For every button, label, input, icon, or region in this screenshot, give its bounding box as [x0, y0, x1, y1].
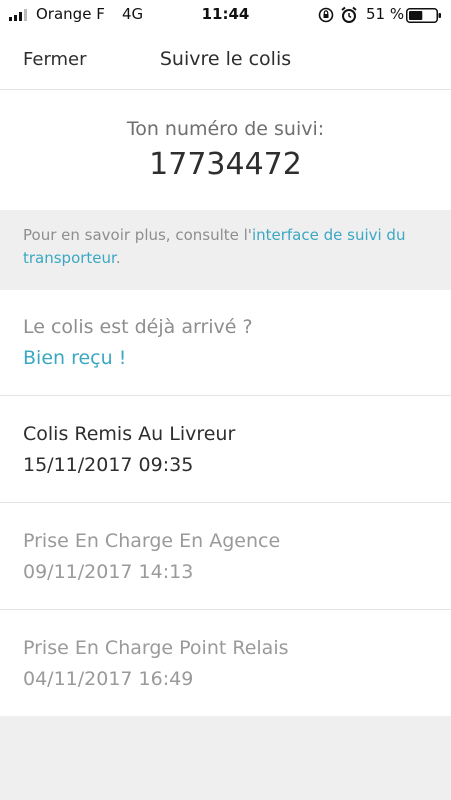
battery-icon	[406, 8, 441, 23]
alarm-icon	[341, 6, 357, 23]
event-date: 04/11/2017 16:49	[23, 668, 194, 690]
tracking-event-row: Colis Remis Au Livreur 15/11/2017 09:35	[0, 396, 451, 503]
event-status: Prise En Charge En Agence	[23, 530, 281, 552]
received-question: Le colis est déjà arrivé ?	[23, 316, 253, 338]
received-section: Le colis est déjà arrivé ? Bien reçu !	[0, 290, 451, 396]
tracking-event-row: Prise En Charge En Agence 09/11/2017 14:…	[0, 503, 451, 610]
carrier-info-text: Pour en savoir plus, consulte l'interfac…	[23, 224, 428, 270]
tracking-number: 17734472	[149, 147, 302, 182]
battery-percent: 51 %	[366, 5, 405, 23]
page-title: Suivre le colis	[159, 48, 292, 70]
tracking-events-list: Colis Remis Au Livreur 15/11/2017 09:35 …	[0, 396, 451, 716]
event-status: Prise En Charge Point Relais	[23, 637, 289, 659]
tracking-number-label: Ton numéro de suivi:	[126, 118, 325, 140]
tracking-event-row: Prise En Charge Point Relais 04/11/2017 …	[0, 610, 451, 716]
rotation-lock-icon	[318, 7, 334, 23]
status-bar: Orange F 4G 11:44 51 %	[0, 0, 451, 30]
nav-bar: Fermer Suivre le colis	[0, 30, 451, 90]
info-text-suffix: .	[115, 249, 121, 267]
event-date: 15/11/2017 09:35	[23, 454, 194, 476]
carrier-info-section: Pour en savoir plus, consulte l'interfac…	[0, 210, 451, 290]
received-confirm-button[interactable]: Bien reçu !	[23, 347, 126, 369]
event-status: Colis Remis Au Livreur	[23, 423, 236, 445]
event-date: 09/11/2017 14:13	[23, 561, 194, 583]
info-text-prefix: Pour en savoir plus, consulte l'	[23, 226, 252, 244]
tracking-section: Ton numéro de suivi: 17734472	[0, 90, 451, 210]
